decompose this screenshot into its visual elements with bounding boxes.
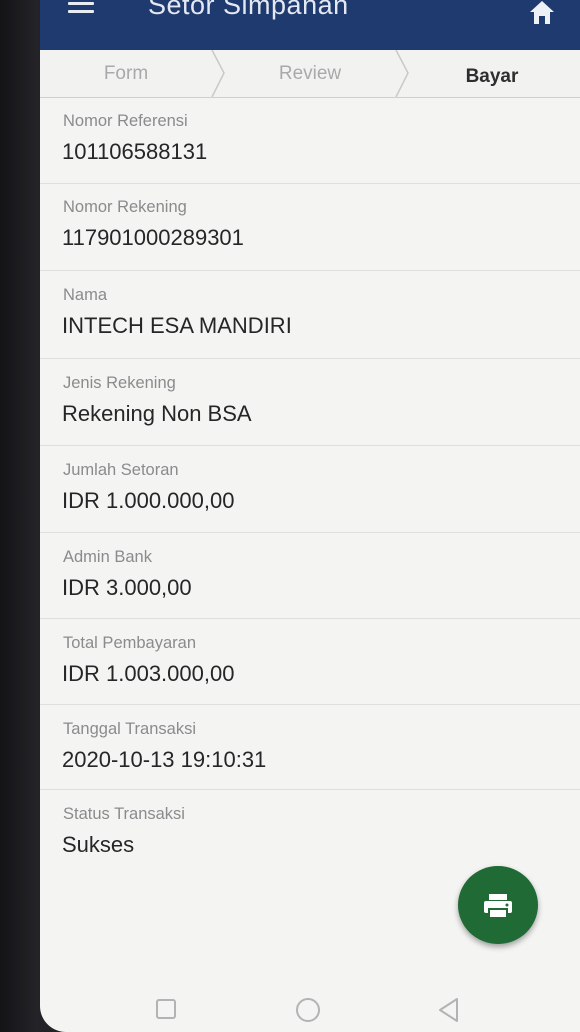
print-icon	[484, 894, 512, 919]
list-item: Admin Bank IDR 3.000,00	[40, 533, 580, 619]
list-item: Nama INTECH ESA MANDIRI	[40, 271, 580, 359]
list-item: Status Transaksi Sukses	[40, 790, 580, 870]
list-item: Tanggal Transaksi 2020-10-13 19:10:31	[40, 705, 580, 790]
field-label: Nomor Rekening	[63, 198, 187, 216]
list-item: Nomor Rekening 117901000289301	[40, 184, 580, 271]
field-label: Admin Bank	[63, 548, 152, 566]
list-item: Total Pembayaran IDR 1.003.000,00	[40, 619, 580, 705]
transaction-detail-list: Nomor Referensi 101106588131 Nomor Reken…	[40, 98, 580, 870]
field-value: 101106588131	[62, 139, 208, 164]
field-label: Tanggal Transaksi	[63, 720, 196, 738]
list-item: Jenis Rekening Rekening Non BSA	[40, 359, 580, 446]
field-label: Status Transaksi	[63, 805, 185, 823]
home-circle-icon[interactable]	[295, 997, 321, 1023]
field-label: Nomor Referensi	[63, 112, 188, 130]
status-value: Sukses	[62, 832, 135, 857]
list-item: Nomor Referensi 101106588131	[40, 98, 580, 184]
field-value: 117901000289301	[62, 225, 244, 250]
field-label: Nama	[63, 286, 108, 304]
hamburger-menu-icon[interactable]	[64, 0, 98, 24]
field-value: IDR 1.000.000,00	[62, 488, 235, 513]
recent-apps-icon[interactable]	[155, 998, 177, 1020]
field-value: IDR 3.000,00	[62, 575, 192, 600]
progress-stepper: Form Review Bayar	[40, 50, 580, 98]
chevron-right-icon	[211, 50, 225, 97]
step-bayar[interactable]: Bayar	[410, 53, 574, 100]
system-nav-bar	[40, 985, 580, 1032]
field-value: INTECH ESA MANDIRI	[62, 313, 292, 338]
phone-frame: Setor Simpanan Form Review Bayar Nomor R…	[0, 0, 580, 1032]
field-label: Total Pembayaran	[63, 634, 196, 652]
list-item: Jumlah Setoran IDR 1.000.000,00	[40, 446, 580, 533]
home-icon[interactable]	[524, 0, 560, 30]
page-title: Setor Simpanan	[148, 0, 349, 20]
field-label: Jenis Rekening	[63, 374, 176, 392]
step-review[interactable]: Review	[226, 50, 394, 97]
field-value: Rekening Non BSA	[62, 401, 252, 426]
app-screen: Setor Simpanan Form Review Bayar Nomor R…	[40, 0, 580, 1032]
print-button[interactable]	[458, 866, 538, 944]
field-label: Jumlah Setoran	[63, 461, 179, 479]
field-value: 2020-10-13 19:10:31	[62, 747, 267, 772]
app-bar: Setor Simpanan	[40, 0, 580, 50]
field-value: IDR 1.003.000,00	[62, 661, 235, 686]
chevron-right-icon	[395, 50, 409, 97]
step-form[interactable]: Form	[40, 50, 212, 97]
back-triangle-icon[interactable]	[436, 997, 462, 1023]
